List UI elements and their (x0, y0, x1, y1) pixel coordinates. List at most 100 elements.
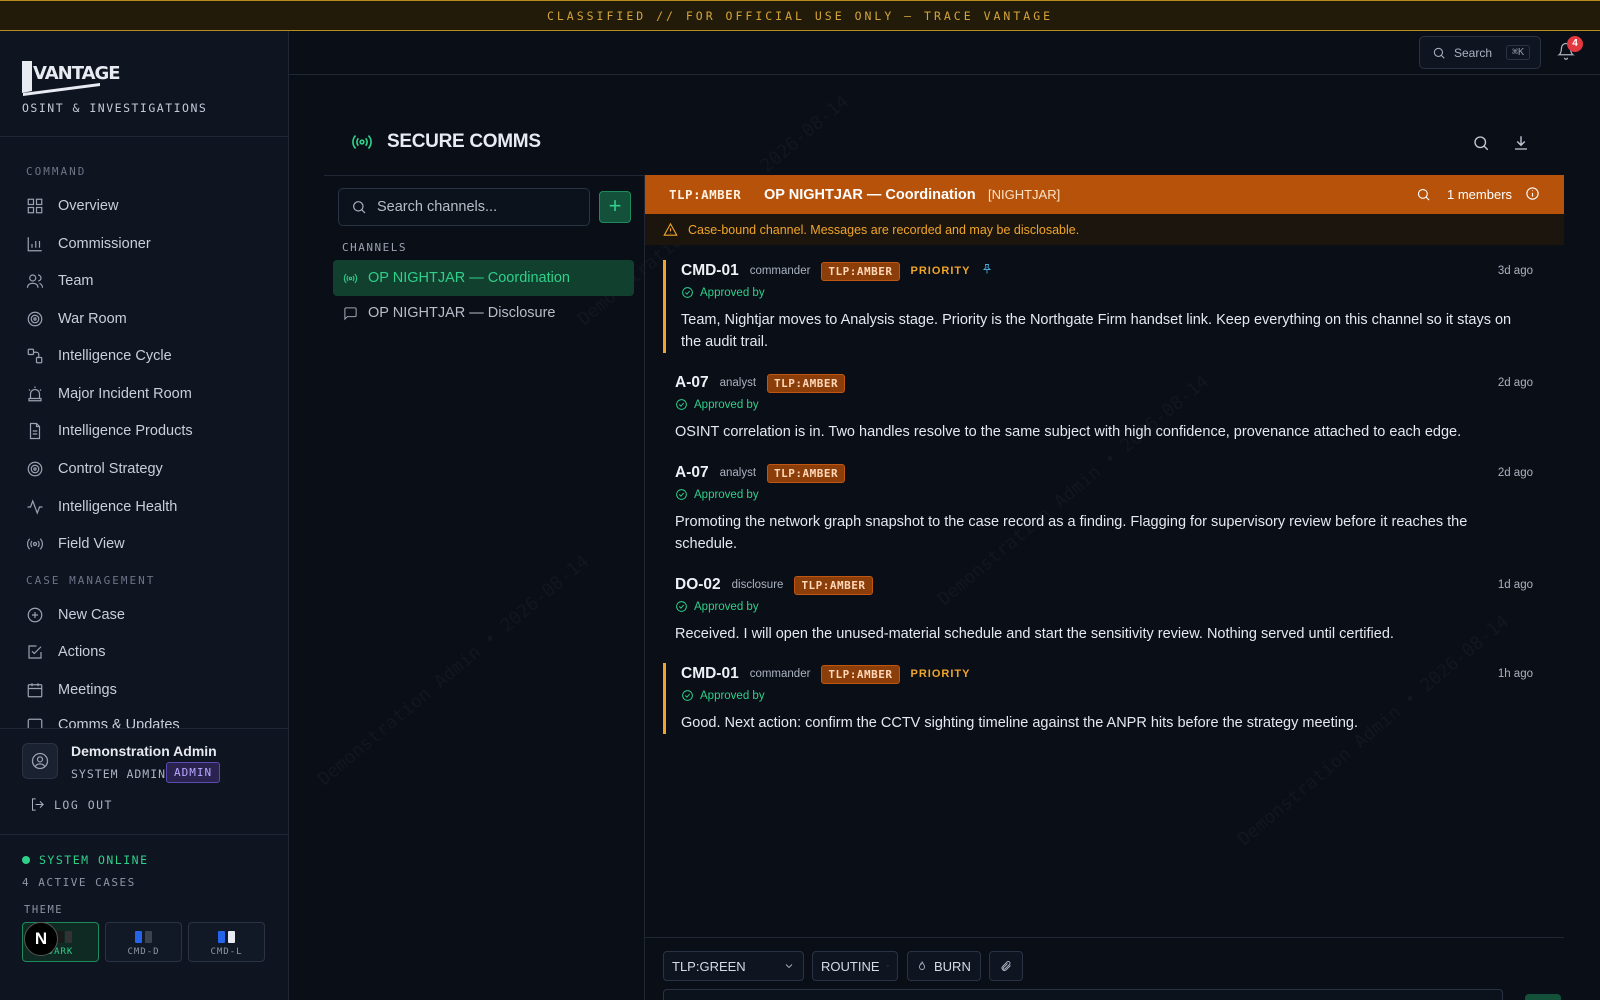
check-circle-icon (676, 489, 687, 500)
channel-info-button[interactable] (1525, 186, 1540, 206)
radio-icon (343, 273, 358, 283)
nav-item-label: Commissioner (58, 236, 151, 252)
search-shortcut: ⌘K (1506, 45, 1531, 60)
log-out-icon (32, 798, 44, 811)
admin-badge: ADMIN (166, 762, 221, 783)
members-count[interactable]: 1 members (1447, 187, 1512, 202)
avatar[interactable] (22, 743, 58, 779)
check-circle-icon (676, 601, 687, 612)
check-circle-icon (682, 287, 693, 298)
nav-item-control-strategy[interactable]: Control Strategy (26, 457, 163, 481)
channel-search-input[interactable] (377, 199, 577, 215)
chevron-down-icon (886, 965, 889, 967)
message-item: A-07 analyst TLP:AMBER 2d ago Approved b… (663, 372, 1533, 443)
activity-icon (27, 499, 43, 515)
nav-item-war-room[interactable]: War Room (26, 307, 127, 331)
pin-icon[interactable] (981, 262, 993, 280)
tlp-select[interactable]: TLP:GREEN (663, 951, 804, 981)
brand-subtitle: OSINT & INVESTIGATIONS (22, 101, 208, 115)
status-dot-icon (22, 856, 30, 864)
add-channel-button[interactable]: + (599, 191, 631, 223)
theme-cmd-d-button[interactable]: CMD-D (105, 922, 182, 962)
message-body: Team, Nightjar moves to Analysis stage. … (681, 312, 1512, 350)
channel-item-disclosure[interactable]: OP NIGHTJAR — Disclosure (333, 295, 634, 331)
tlp-badge: TLP:AMBER (767, 373, 846, 393)
message-input[interactable] (663, 989, 1503, 1000)
nav-item-intelligence-cycle[interactable]: Intelligence Cycle (26, 344, 172, 368)
nav-item-intelligence-products[interactable]: Intelligence Products (26, 419, 193, 443)
nav-item-comms-updates[interactable]: Comms & Updates (26, 715, 180, 729)
tlp-badge: TLP:AMBER (821, 261, 900, 281)
logo: TRACE VANTAGE (22, 61, 121, 96)
approval-label: Approved by (694, 488, 759, 501)
tlp-badge: TLP:AMBER (767, 463, 846, 483)
nav-item-actions[interactable]: Actions (26, 640, 106, 664)
message-author: DO-02 (675, 576, 721, 593)
status-label: SYSTEM ONLINE (39, 853, 149, 867)
message-body: Received. I will open the unused-materia… (675, 626, 1394, 642)
logout-button[interactable]: LOG OUT (30, 797, 113, 812)
attach-button[interactable] (989, 951, 1023, 981)
theme-label-text: CMD-D (127, 947, 160, 957)
divider (0, 728, 289, 729)
send-button[interactable] (1525, 994, 1561, 1000)
paperclip-icon (1001, 961, 1011, 971)
theme-cmd-l-button[interactable]: CMD-L (188, 922, 265, 962)
nav-item-label: Major Incident Room (58, 386, 192, 402)
tlp-badge: TLP:AMBER (821, 664, 900, 684)
approval-label: Approved by (694, 398, 759, 411)
nav-item-commissioner[interactable]: Commissioner (26, 232, 151, 256)
message-item: CMD-01 commander TLP:AMBER PRIORITY 1h a… (663, 663, 1533, 734)
check-circle-icon (676, 399, 687, 410)
message-role: analyst (719, 377, 757, 389)
broadcast-icon (352, 135, 372, 149)
svg-text:VANTAGE: VANTAGE (33, 63, 120, 84)
chevron-down-icon (785, 964, 793, 969)
nav-item-intelligence-health[interactable]: Intelligence Health (26, 495, 177, 519)
nav-item-label: Meetings (58, 682, 117, 698)
message-author: CMD-01 (681, 262, 739, 279)
check-circle-icon (682, 690, 693, 701)
warning-text: Case-bound channel. Messages are recorde… (688, 222, 1080, 237)
nextjs-dev-badge[interactable]: N (24, 922, 58, 956)
target-icon (27, 311, 43, 327)
flame-icon (919, 961, 925, 970)
user-role: SYSTEM ADMIN (71, 767, 167, 781)
cycle-icon (27, 348, 43, 364)
theme-swatch (57, 931, 64, 943)
channel-search-field[interactable] (338, 188, 590, 226)
document-icon (29, 422, 41, 440)
nav-item-major-incident-room[interactable]: Major Incident Room (26, 382, 192, 406)
message-icon (344, 306, 357, 320)
message-item: DO-02 disclosure TLP:AMBER 1d ago Approv… (663, 574, 1533, 645)
download-icon (1515, 136, 1527, 150)
nav-item-overview[interactable]: Overview (26, 194, 118, 218)
conversation-search-button[interactable] (1416, 187, 1431, 207)
approval-status: Approved by (681, 286, 1533, 299)
search-messages-button[interactable] (1472, 134, 1492, 154)
nav-item-new-case[interactable]: New Case (26, 603, 125, 627)
approval-status: Approved by (675, 600, 1533, 613)
tlp-classification: TLP:AMBER (669, 187, 742, 202)
check-square-icon (28, 645, 42, 659)
users-icon (26, 274, 44, 288)
approval-status: Approved by (675, 488, 1533, 501)
message-author: A-07 (675, 374, 709, 391)
nav-item-label: Field View (58, 536, 125, 552)
nav-item-team[interactable]: Team (26, 269, 93, 293)
approval-status: Approved by (675, 398, 1533, 411)
export-button[interactable] (1512, 134, 1532, 154)
message-author: CMD-01 (681, 665, 739, 682)
nav-item-meetings[interactable]: Meetings (26, 678, 117, 702)
nav-item-label: Actions (58, 644, 106, 660)
priority-select[interactable]: ROUTINE (812, 951, 898, 981)
search-icon (353, 201, 366, 214)
nav-item-label: Control Strategy (58, 461, 163, 477)
channel-label: OP NIGHTJAR — Disclosure (368, 305, 556, 321)
channel-item-coordination[interactable]: OP NIGHTJAR — Coordination (333, 260, 634, 296)
nav-item-field-view[interactable]: Field View (26, 532, 125, 556)
priority-select-value: ROUTINE (821, 958, 880, 974)
grid-icon (27, 198, 43, 214)
burn-toggle[interactable]: BURN (907, 951, 981, 981)
global-search-button[interactable]: Search ⌘K (1419, 36, 1541, 69)
